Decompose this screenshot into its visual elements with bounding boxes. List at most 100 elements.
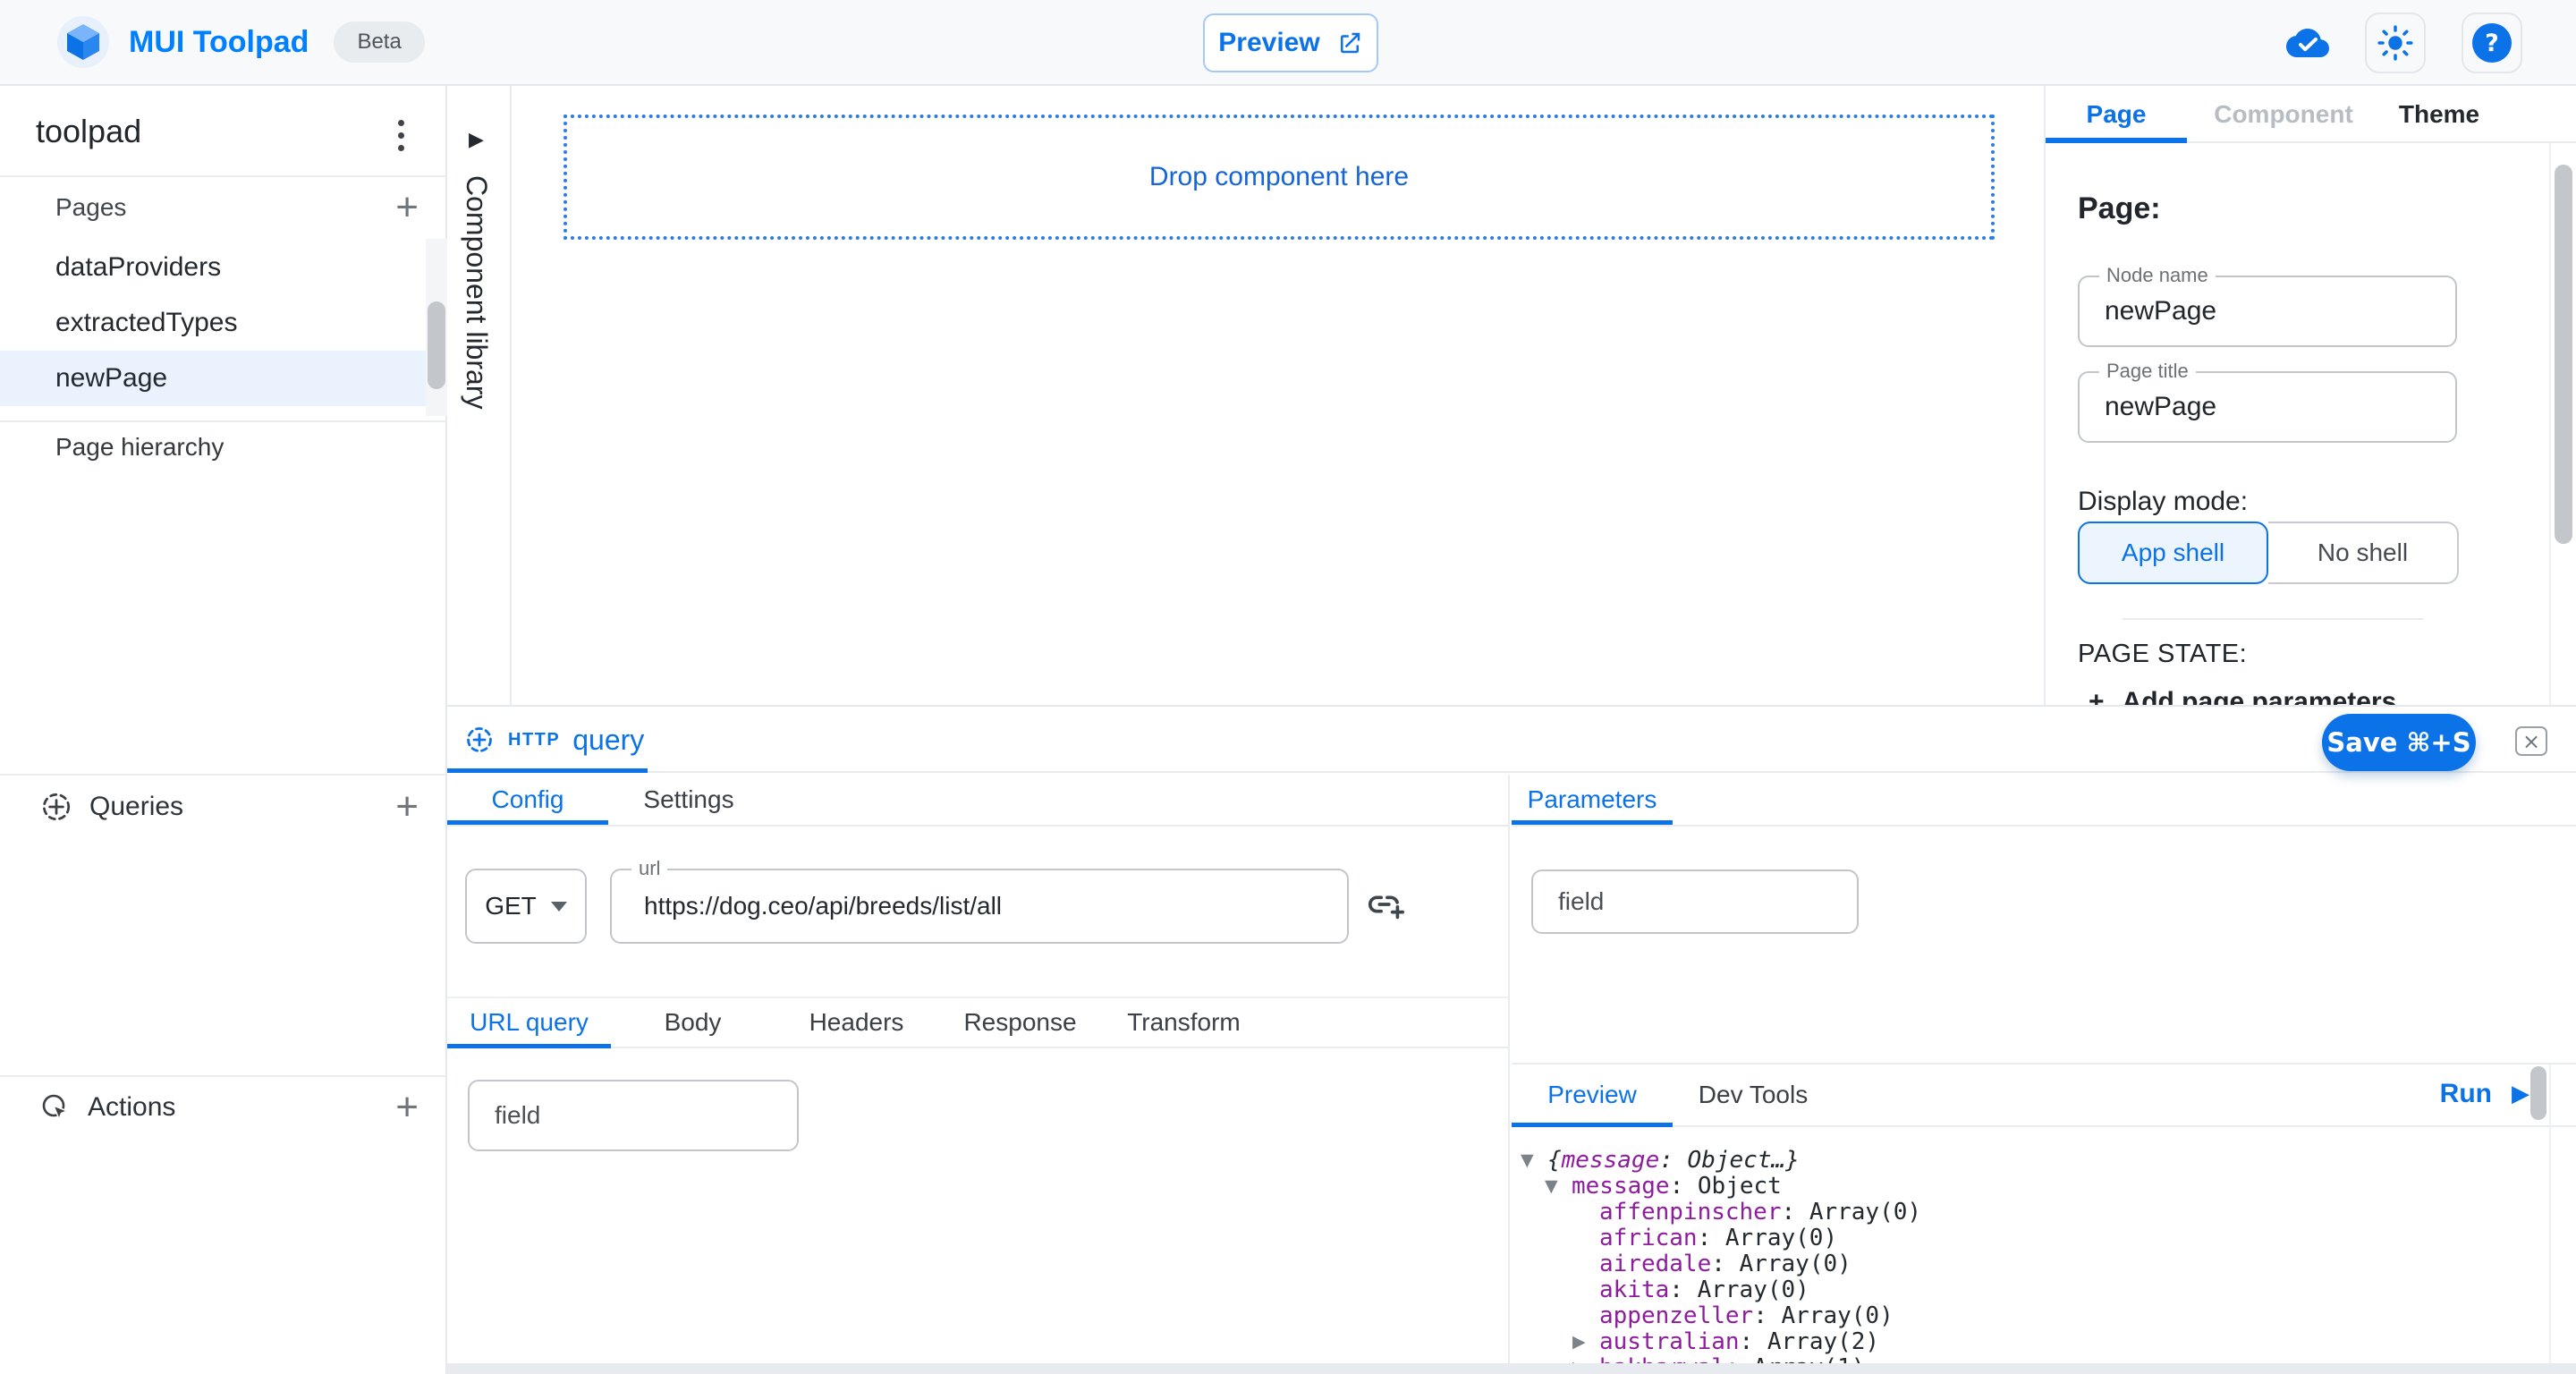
tab-component[interactable]: Component: [2187, 86, 2380, 143]
preview-button[interactable]: Preview: [1203, 13, 1378, 72]
pages-label: Pages: [55, 193, 126, 222]
toolpad-logo-icon: [57, 16, 109, 68]
result-scrollbar-thumb[interactable]: [2530, 1066, 2546, 1120]
tab-theme[interactable]: Theme: [2380, 86, 2498, 143]
mui-toolpad-app: MUI Toolpad Beta Preview: [0, 0, 2576, 1374]
query-tab-bar: HTTP query Save ⌘+S ×: [447, 707, 2576, 773]
active-tab-indicator: [2046, 138, 2187, 143]
result-scroll-gutter: [2549, 1064, 2551, 1363]
tab-url-query[interactable]: URL query: [447, 998, 611, 1047]
node-name-input[interactable]: [2080, 277, 2455, 345]
tab-response[interactable]: Response: [938, 998, 1102, 1047]
tab-body[interactable]: Body: [611, 998, 775, 1047]
component-library-label: Component library: [460, 175, 493, 409]
tab-headers[interactable]: Headers: [775, 998, 938, 1047]
page-state-label: PAGE STATE:: [2078, 640, 2247, 669]
app-title: MUI Toolpad: [129, 25, 309, 60]
json-tree-row: ▼{message: Object…}: [1521, 1147, 2537, 1173]
expand-library-icon[interactable]: ▶: [469, 129, 484, 151]
preview-section: Preview Dev Tools Run ▶ ▼{message: Objec…: [1512, 1063, 2576, 1374]
divider: [0, 175, 445, 177]
sidebar-item-extractedtypes[interactable]: extractedTypes: [0, 295, 426, 351]
page-heading: Page:: [2078, 191, 2161, 226]
active-tab-indicator: [447, 820, 608, 825]
drop-placeholder: Drop component here: [1149, 162, 1409, 192]
expand-arrow-icon[interactable]: ▶: [1572, 1332, 1599, 1352]
divider: [0, 420, 445, 422]
sidebar-item-newpage[interactable]: newPage: [0, 351, 426, 406]
json-tree-row: ▶australian: Array(2): [1521, 1328, 2537, 1354]
queries-label: Queries: [89, 792, 395, 822]
beta-badge: Beta: [334, 21, 424, 63]
inspector-scroll-gutter: [2549, 143, 2551, 705]
display-mode-label: Display mode:: [2078, 487, 2248, 517]
collapse-arrow-icon[interactable]: ▼: [1521, 1150, 1547, 1170]
help-button[interactable]: ?: [2462, 13, 2522, 73]
http-method-select[interactable]: GET: [465, 869, 587, 944]
page-title-input[interactable]: [2080, 373, 2455, 441]
horizontal-scrollbar-track[interactable]: [447, 1363, 2576, 1374]
active-tab-indicator: [1512, 820, 1673, 825]
active-tab-indicator: [447, 1044, 611, 1048]
http-badge: HTTP: [508, 730, 560, 751]
component-library-panel[interactable]: ▶ Component library: [447, 86, 512, 705]
tab-config[interactable]: Config: [447, 775, 608, 825]
open-in-new-icon: [1336, 30, 1363, 56]
play-icon: ▶: [2512, 1081, 2529, 1107]
explorer-sidebar: toolpad Pages + dataProviders extractedT…: [0, 86, 447, 1374]
actions-section-header: Actions +: [39, 1088, 419, 1127]
project-menu-button[interactable]: [393, 114, 410, 157]
page-title-field: Page title: [2078, 371, 2457, 443]
json-tree-row: akita: Array(0): [1521, 1276, 2537, 1302]
tab-preview[interactable]: Preview: [1512, 1064, 1673, 1125]
page-canvas: Drop component here: [512, 86, 2044, 705]
display-mode-no-shell[interactable]: No shell: [2268, 522, 2459, 584]
add-page-button[interactable]: +: [395, 188, 419, 227]
display-mode-app-shell[interactable]: App shell: [2078, 522, 2268, 584]
divider: [0, 1075, 445, 1077]
tab-dev-tools[interactable]: Dev Tools: [1673, 1064, 1834, 1125]
parameter-input[interactable]: [1533, 871, 1857, 932]
url-input[interactable]: [612, 870, 1347, 942]
inspector-panel: Page Component Theme Page: Node name Pag…: [2044, 86, 2576, 705]
preview-tabs: Preview Dev Tools Run ▶: [1512, 1064, 2576, 1127]
url-query-input[interactable]: [470, 1081, 797, 1149]
close-icon: ×: [2522, 729, 2540, 754]
app-header: MUI Toolpad Beta Preview: [0, 0, 2576, 86]
drop-zone[interactable]: Drop component here: [564, 114, 1995, 240]
add-link-icon[interactable]: [1365, 884, 1406, 925]
run-button[interactable]: Run ▶: [2440, 1079, 2529, 1109]
query-tab[interactable]: HTTP query: [447, 707, 648, 773]
close-panel-button[interactable]: ×: [2515, 726, 2547, 756]
tab-page[interactable]: Page: [2046, 86, 2187, 143]
add-action-button[interactable]: +: [395, 1088, 419, 1127]
inspector-scrollbar-thumb[interactable]: [2555, 165, 2572, 544]
json-tree-row: affenpinscher: Array(0): [1521, 1199, 2537, 1225]
inspector-tabs: Page Component Theme: [2046, 86, 2576, 143]
sidebar-item-dataproviders[interactable]: dataProviders: [0, 240, 426, 295]
queries-icon: [39, 790, 73, 824]
pages-section-header: Pages +: [55, 188, 419, 227]
tab-settings[interactable]: Settings: [608, 775, 769, 825]
save-button[interactable]: Save ⌘+S: [2322, 714, 2476, 771]
divider: [2123, 618, 2423, 620]
collapse-arrow-icon[interactable]: ▼: [1545, 1176, 1572, 1196]
theme-toggle-button[interactable]: [2365, 13, 2426, 73]
query-result-panel: Parameters Preview Dev Tools Run ▶: [1512, 775, 2576, 1374]
add-page-parameters-button[interactable]: + Add page parameters: [2089, 687, 2396, 705]
brightness-sun-icon: [2377, 24, 2414, 62]
query-icon: [463, 724, 496, 756]
url-query-field: [468, 1080, 799, 1151]
url-field: url: [610, 869, 1349, 944]
json-tree-row: african: Array(0): [1521, 1225, 2537, 1251]
query-config-panel: Config Settings GET url: [447, 775, 1510, 1374]
add-query-button[interactable]: +: [395, 787, 419, 827]
pages-scrollbar-thumb[interactable]: [428, 301, 445, 389]
node-name-field: Node name: [2078, 276, 2457, 347]
project-title: toolpad: [36, 113, 141, 150]
json-tree-row: airedale: Array(0): [1521, 1251, 2537, 1276]
chevron-down-icon: [551, 902, 567, 912]
tab-parameters[interactable]: Parameters: [1512, 775, 1673, 825]
request-detail-tabs: URL query Body Headers Response Transfor…: [447, 997, 1508, 1048]
tab-transform[interactable]: Transform: [1102, 998, 1266, 1047]
